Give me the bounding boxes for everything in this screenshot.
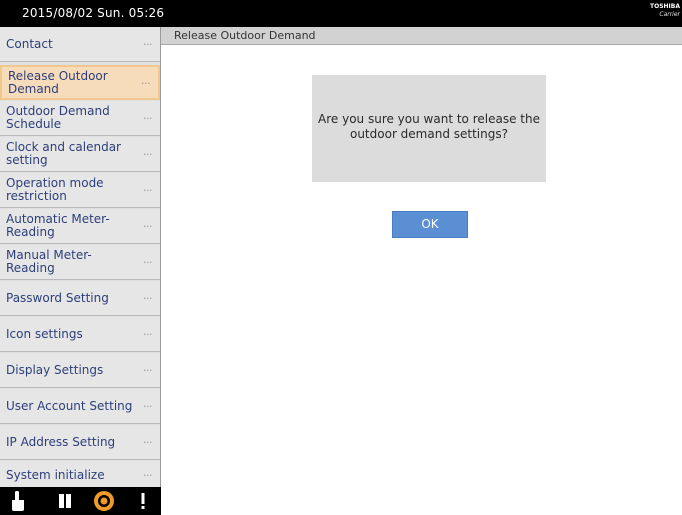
alert-exclamation-icon[interactable] bbox=[130, 489, 156, 513]
datetime-display: 2015/08/02 Sun. 05:26 bbox=[22, 6, 165, 20]
more-dots-icon: ··· bbox=[143, 292, 153, 305]
more-dots-icon: ··· bbox=[143, 436, 153, 449]
sidebar-item-label: Password Setting bbox=[6, 290, 109, 305]
sidebar-item-display-settings[interactable]: Display Settings ··· bbox=[0, 353, 160, 388]
book-icon[interactable] bbox=[52, 489, 78, 513]
more-dots-icon: ··· bbox=[143, 38, 153, 51]
confirmation-dialog: Are you sure you want to release the out… bbox=[312, 75, 546, 182]
sidebar-menu: Contact ··· Release Outdoor Demand ··· O… bbox=[0, 27, 161, 487]
sidebar-item-label: Operation mode restriction bbox=[6, 176, 104, 203]
sidebar-item-clock-calendar[interactable]: Clock and calendar setting ··· bbox=[0, 137, 160, 172]
sidebar-item-label: Automatic Meter-Reading bbox=[6, 212, 110, 239]
sidebar-item-user-account-setting[interactable]: User Account Setting ··· bbox=[0, 389, 160, 424]
sidebar-item-label: Manual Meter-Reading bbox=[6, 248, 92, 275]
sidebar-item-manual-meter-reading[interactable]: Manual Meter-Reading ··· bbox=[0, 245, 160, 280]
sidebar-item-label: Display Settings bbox=[6, 362, 104, 377]
brand-logo: TOSHIBA Carrier bbox=[646, 3, 680, 23]
brand-logo-line1: TOSHIBA bbox=[650, 3, 680, 10]
more-dots-icon: ··· bbox=[143, 364, 153, 377]
sidebar-item-label: System initialize bbox=[6, 468, 105, 482]
more-dots-icon: ··· bbox=[143, 328, 153, 341]
more-dots-icon: ··· bbox=[143, 112, 153, 125]
sidebar-item-ip-address-setting[interactable]: IP Address Setting ··· bbox=[0, 425, 160, 460]
top-status-bar: 2015/08/02 Sun. 05:26 TOSHIBA Carrier bbox=[0, 0, 682, 27]
more-dots-icon: ··· bbox=[143, 184, 153, 197]
touch-hand-icon[interactable] bbox=[4, 489, 30, 513]
sidebar-item-outdoor-demand-schedule[interactable]: Outdoor Demand Schedule ··· bbox=[0, 101, 160, 136]
sidebar-item-label: Release Outdoor Demand bbox=[8, 68, 108, 96]
sidebar-item-label: Clock and calendar setting bbox=[6, 140, 121, 167]
sidebar-item-operation-mode-restriction[interactable]: Operation mode restriction ··· bbox=[0, 173, 160, 208]
dialog-message-line2: outdoor demand settings? bbox=[349, 127, 508, 141]
more-dots-icon: ··· bbox=[143, 469, 153, 482]
bottom-icon-bar bbox=[0, 487, 161, 515]
page-title: Release Outdoor Demand bbox=[174, 29, 316, 42]
brand-logo-line2: Carrier bbox=[659, 11, 680, 18]
sidebar-item-release-outdoor-demand[interactable]: Release Outdoor Demand ··· bbox=[0, 65, 160, 100]
more-dots-icon: ··· bbox=[143, 220, 153, 233]
sidebar-item-icon-settings[interactable]: Icon settings ··· bbox=[0, 317, 160, 352]
dialog-message: Are you sure you want to release the out… bbox=[312, 112, 546, 142]
more-dots-icon: ··· bbox=[143, 256, 153, 269]
dialog-message-line1: Are you sure you want to release the bbox=[318, 112, 540, 126]
sidebar-item-label: IP Address Setting bbox=[6, 434, 116, 449]
sidebar-item-contact[interactable]: Contact ··· bbox=[0, 27, 160, 62]
more-dots-icon: ··· bbox=[143, 400, 153, 413]
content-header: Release Outdoor Demand bbox=[161, 27, 682, 45]
sidebar-item-password-setting[interactable]: Password Setting ··· bbox=[0, 281, 160, 316]
ok-button[interactable]: OK bbox=[392, 211, 468, 238]
more-dots-icon: ··· bbox=[141, 76, 151, 90]
sidebar-item-system-initialize[interactable]: System initialize ··· bbox=[0, 461, 160, 487]
more-dots-icon: ··· bbox=[143, 148, 153, 161]
sidebar-item-automatic-meter-reading[interactable]: Automatic Meter-Reading ··· bbox=[0, 209, 160, 244]
sidebar-item-label: User Account Setting bbox=[6, 398, 133, 413]
sidebar-item-label: Icon settings bbox=[6, 326, 83, 341]
settings-gear-icon[interactable] bbox=[91, 489, 117, 513]
sidebar-item-label: Outdoor Demand Schedule bbox=[6, 104, 110, 131]
sidebar-item-label: Contact bbox=[6, 36, 53, 51]
